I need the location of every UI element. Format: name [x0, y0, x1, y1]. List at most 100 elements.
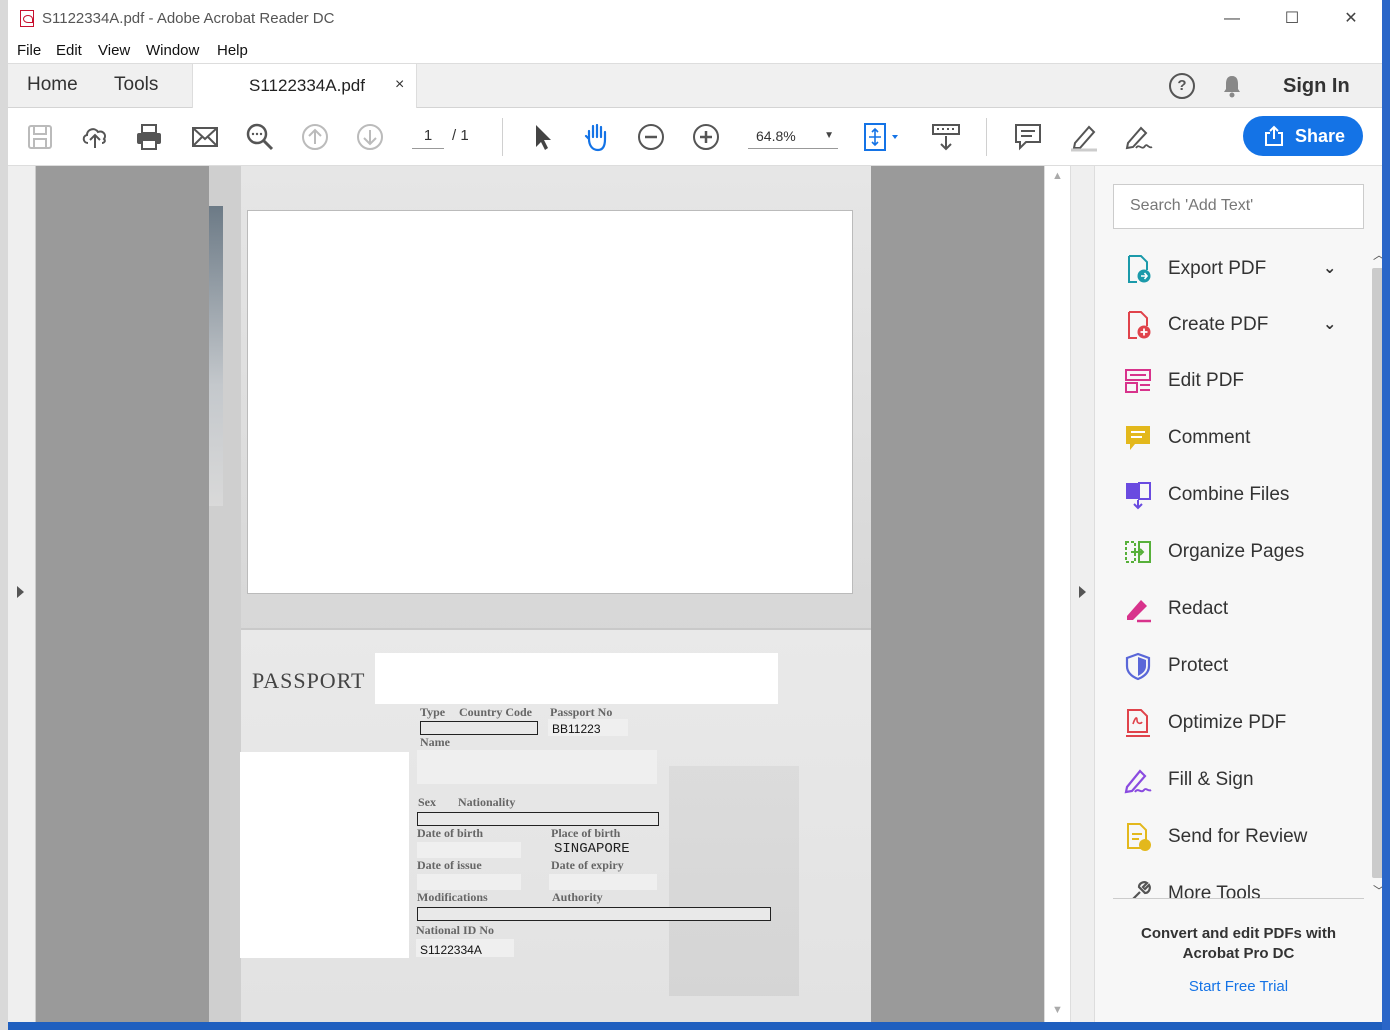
organize-pages-icon	[1125, 541, 1151, 563]
label-modifications: Modifications	[417, 890, 488, 904]
search-zoom-icon[interactable]	[244, 121, 276, 153]
fit-page-icon[interactable]	[862, 121, 906, 153]
redaction-block-header	[375, 653, 778, 704]
acrobat-window: S1122334A.pdf - Adobe Acrobat Reader DC …	[8, 0, 1390, 1022]
combine-files-icon	[1126, 482, 1151, 510]
tools-search-input[interactable]: Search 'Add Text'	[1113, 184, 1364, 229]
menu-bar: File Edit View Window Help	[8, 38, 1390, 64]
send-for-review-icon	[1127, 823, 1151, 851]
email-icon[interactable]	[189, 121, 221, 153]
select-pointer-icon[interactable]	[526, 121, 558, 153]
menu-help[interactable]: Help	[217, 42, 248, 59]
zoom-level-select[interactable]: 64.8% ▼	[748, 125, 838, 149]
tool-label: Comment	[1168, 427, 1251, 448]
highlight-pen-icon[interactable]	[1067, 121, 1099, 153]
tools-list: Export PDF ⌄ Create PDF ⌄ Edit PDF Comme…	[1111, 244, 1361, 898]
label-national-id-no: National ID No	[416, 923, 495, 937]
tool-export-pdf[interactable]: Export PDF ⌄	[1111, 244, 1361, 294]
tool-optimize-pdf[interactable]: Optimize PDF	[1111, 698, 1361, 748]
tab-tools[interactable]: Tools	[114, 74, 158, 96]
menu-view[interactable]: View	[98, 42, 130, 59]
tool-create-pdf[interactable]: Create PDF ⌄	[1111, 300, 1361, 350]
tab-document[interactable]: S1122334A.pdf ×	[192, 64, 417, 108]
tools-divider	[1113, 898, 1364, 899]
zoom-out-icon[interactable]	[635, 121, 667, 153]
comment-icon[interactable]	[1012, 121, 1044, 153]
maximize-button[interactable]: ☐	[1272, 6, 1312, 32]
next-page-icon[interactable]	[354, 121, 386, 153]
sign-in-link[interactable]: Sign In	[1283, 75, 1350, 98]
zoom-in-icon[interactable]	[690, 121, 722, 153]
share-icon	[1265, 125, 1283, 146]
chevron-down-icon[interactable]: ⌄	[1323, 314, 1336, 334]
tool-fill-sign[interactable]: Fill & Sign	[1111, 755, 1361, 805]
start-free-trial-link[interactable]: Start Free Trial	[1111, 978, 1366, 995]
scroll-up-icon[interactable]: ▲	[1052, 170, 1063, 182]
tool-comment[interactable]: Comment	[1111, 413, 1361, 463]
export-pdf-icon	[1128, 255, 1151, 283]
toolbar: 1 / 1 64.8% ▼ Share	[8, 108, 1390, 166]
sign-pen-icon[interactable]	[1122, 121, 1154, 153]
close-button[interactable]: ✕	[1331, 6, 1371, 32]
menu-file[interactable]: File	[17, 42, 41, 59]
tool-label: Combine Files	[1168, 484, 1290, 505]
tool-edit-pdf[interactable]: Edit PDF	[1111, 356, 1361, 406]
hand-tool-icon[interactable]	[581, 121, 613, 153]
modifications-authority-field	[417, 907, 771, 921]
tool-label: Organize Pages	[1168, 541, 1305, 562]
tool-label: Redact	[1168, 598, 1229, 619]
document-viewer[interactable]: PASSPORT Type Country Code Passport No B…	[8, 166, 1070, 1022]
tab-bar: Home Tools S1122334A.pdf × ? Sign In	[8, 64, 1390, 108]
help-icon[interactable]: ?	[1169, 73, 1195, 99]
upgrade-promo-text: Convert and edit PDFs with Acrobat Pro D…	[1140, 925, 1336, 962]
tool-label: Protect	[1168, 655, 1229, 676]
notifications-bell-icon[interactable]	[1222, 74, 1242, 98]
redaction-block-photo	[240, 752, 409, 958]
passport-no-value: BB11223	[552, 722, 601, 736]
tool-combine-files[interactable]: Combine Files	[1111, 470, 1361, 520]
passport-title: PASSPORT	[252, 668, 366, 693]
scroll-down-icon[interactable]: ▼	[1052, 1004, 1063, 1016]
label-name: Name	[420, 735, 450, 749]
left-navigation-pane[interactable]	[8, 166, 36, 1022]
close-tab-icon[interactable]: ×	[395, 76, 404, 94]
document-scrollbar[interactable]: ▲ ▼	[1044, 166, 1070, 1022]
tool-send-for-review[interactable]: Send for Review	[1111, 812, 1361, 862]
tools-pane: Search 'Add Text' Export PDF ⌄ Create PD…	[1070, 166, 1390, 1022]
save-icon[interactable]	[24, 121, 56, 153]
menu-window[interactable]: Window	[146, 42, 199, 59]
tools-pane-collapse[interactable]	[1071, 166, 1095, 1022]
tool-label: Export PDF	[1168, 258, 1267, 279]
minimize-button[interactable]: —	[1212, 6, 1252, 32]
collapse-tools-pane-icon[interactable]	[1079, 586, 1086, 598]
tab-home[interactable]: Home	[27, 74, 78, 96]
document-tab-label: S1122334A.pdf	[249, 76, 365, 95]
protect-icon	[1125, 652, 1151, 681]
tool-organize-pages[interactable]: Organize Pages	[1111, 527, 1361, 577]
label-authority: Authority	[552, 890, 603, 904]
page-total: / 1	[452, 127, 469, 144]
upload-cloud-icon[interactable]	[79, 121, 111, 153]
tool-redact[interactable]: Redact	[1111, 584, 1361, 634]
tool-label: Create PDF	[1168, 314, 1269, 335]
chevron-down-icon[interactable]: ⌄	[1323, 258, 1336, 278]
tool-label: Optimize PDF	[1168, 712, 1287, 733]
expand-left-pane-icon[interactable]	[17, 586, 24, 598]
share-label: Share	[1295, 126, 1346, 146]
previous-page-icon[interactable]	[299, 121, 331, 153]
share-button[interactable]: Share	[1243, 116, 1363, 156]
tool-protect[interactable]: Protect	[1111, 641, 1361, 691]
tool-more-tools[interactable]: More Tools	[1111, 869, 1361, 898]
redaction-block-top	[247, 210, 853, 594]
scroll-mode-icon[interactable]	[930, 121, 962, 153]
tool-label: More Tools	[1168, 883, 1261, 898]
type-country-field	[420, 721, 538, 735]
fill-sign-icon	[1124, 769, 1152, 794]
label-nationality: Nationality	[458, 795, 516, 809]
page-number-input[interactable]: 1	[412, 125, 444, 149]
print-icon[interactable]	[133, 121, 165, 153]
more-tools-icon	[1132, 881, 1151, 898]
menu-edit[interactable]: Edit	[56, 42, 82, 59]
background-window-edge	[0, 0, 8, 1030]
label-date-of-birth: Date of birth	[417, 826, 483, 840]
